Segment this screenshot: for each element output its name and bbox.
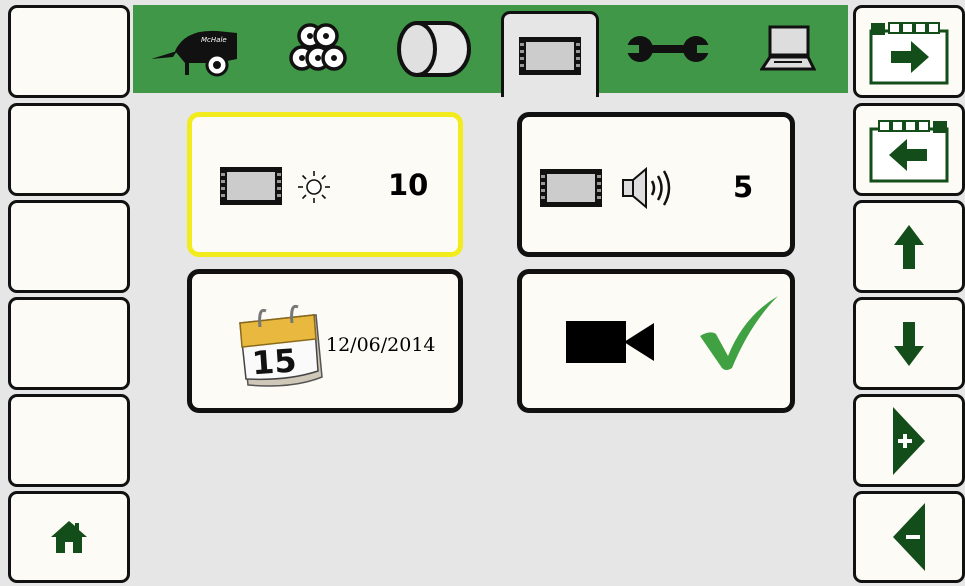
calendar-icon: 15 xyxy=(232,297,326,391)
left-softkey-1[interactable] xyxy=(8,5,130,98)
previous-page-button[interactable] xyxy=(853,103,965,196)
tab-bale[interactable] xyxy=(383,5,483,93)
minus-triangle-icon xyxy=(891,501,927,573)
tab-computer[interactable] xyxy=(738,5,838,93)
brightness-value: 10 xyxy=(388,168,429,202)
tab-display[interactable] xyxy=(501,11,599,97)
calendar-day: 15 xyxy=(251,341,298,382)
arrow-up-icon xyxy=(892,223,926,271)
tab-baler[interactable]: McHale xyxy=(143,5,243,93)
display-icon xyxy=(218,165,284,207)
laptop-icon xyxy=(760,25,816,73)
left-softkey-2[interactable] xyxy=(8,103,130,196)
increase-button[interactable] xyxy=(853,394,965,487)
tab-bar: McHale xyxy=(133,5,848,97)
date-value: 12/06/2014 xyxy=(326,334,436,356)
home-button[interactable] xyxy=(8,491,130,583)
volume-tile[interactable]: 5 xyxy=(517,112,795,257)
left-softkey-5[interactable] xyxy=(8,394,130,487)
sun-icon xyxy=(296,169,332,205)
down-button[interactable] xyxy=(853,297,965,390)
next-page-button[interactable] xyxy=(853,5,965,98)
brightness-tile[interactable]: 10 xyxy=(187,112,463,257)
display-icon xyxy=(517,35,583,77)
date-tile[interactable]: 15 12/06/2014 xyxy=(187,269,463,413)
tab-service[interactable] xyxy=(618,5,718,93)
decrease-button[interactable] xyxy=(853,491,965,583)
speaker-icon xyxy=(620,166,682,210)
camera-tile[interactable] xyxy=(517,269,795,413)
logs-icon xyxy=(288,22,348,76)
up-button[interactable] xyxy=(853,200,965,293)
tab-logs[interactable] xyxy=(268,5,368,93)
arrow-down-icon xyxy=(892,320,926,368)
plus-triangle-icon xyxy=(891,405,927,477)
next-page-icon xyxy=(867,17,951,87)
home-icon xyxy=(49,519,89,555)
left-softkey-3[interactable] xyxy=(8,200,130,293)
wrench-icon xyxy=(626,34,710,64)
round-bale-icon xyxy=(395,19,471,79)
previous-page-icon xyxy=(867,115,951,185)
display-icon xyxy=(538,167,604,209)
checkmark-icon xyxy=(698,294,780,372)
left-softkey-4[interactable] xyxy=(8,297,130,390)
baler-logo-text: McHale xyxy=(201,36,227,44)
volume-value: 5 xyxy=(733,170,754,204)
camera-icon xyxy=(564,319,656,365)
baler-icon: McHale xyxy=(145,21,241,77)
